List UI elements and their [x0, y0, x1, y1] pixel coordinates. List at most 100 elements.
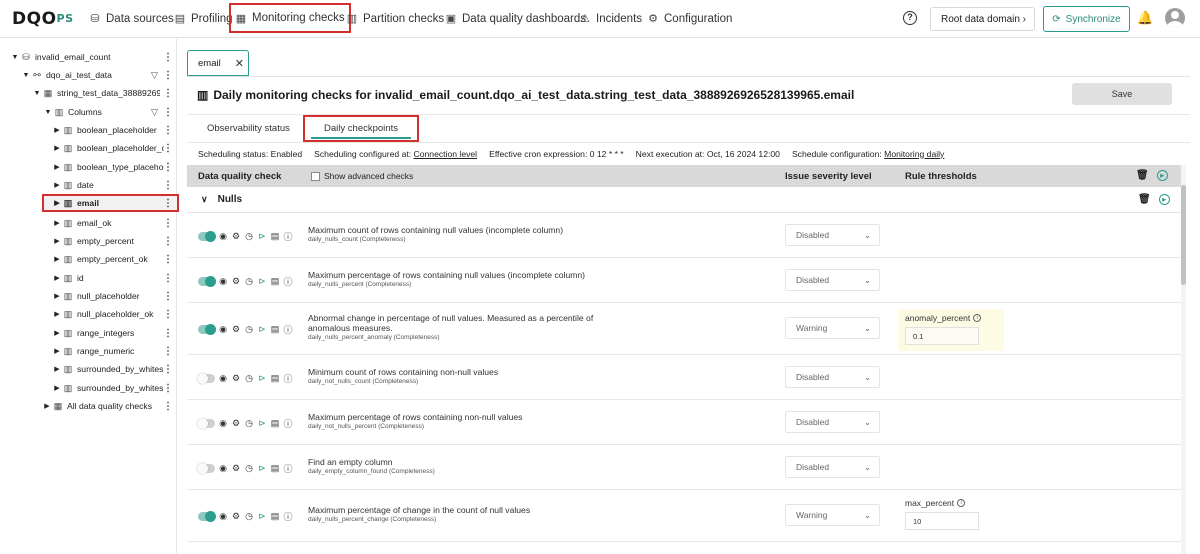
- tree-item-column-selected[interactable]: ▶ ▥ email ⋮: [42, 194, 179, 212]
- run-check-icon[interactable]: ⊳: [257, 418, 267, 429]
- clock-icon[interactable]: ◷: [244, 231, 254, 242]
- caret-right-icon[interactable]: ▶: [52, 274, 62, 282]
- tree-item-column[interactable]: ▶ ▥ surrounded_by_whitespace_ok ⋮: [52, 379, 175, 397]
- check-enable-toggle[interactable]: [197, 418, 215, 429]
- advanced-checks-checkbox[interactable]: [311, 171, 320, 181]
- more-options-icon[interactable]: ⋮: [163, 291, 173, 302]
- synchronize-button[interactable]: ⟳ Synchronize: [1043, 6, 1130, 32]
- vertical-scrollbar[interactable]: [1181, 165, 1186, 554]
- caret-right-icon[interactable]: ▶: [52, 255, 62, 263]
- more-options-icon[interactable]: ⋮: [163, 52, 173, 63]
- caret-right-icon[interactable]: ▶: [52, 237, 62, 245]
- clock-icon[interactable]: ◷: [244, 324, 254, 335]
- gear-icon[interactable]: ⚙: [231, 276, 241, 287]
- results-list-icon[interactable]: ▤: [270, 231, 280, 242]
- tab-observability-status[interactable]: Observability status: [207, 115, 290, 142]
- target-icon[interactable]: ◉: [218, 231, 228, 242]
- caret-right-icon[interactable]: ▶: [52, 310, 62, 318]
- tree-item-table[interactable]: ▼ ▦ string_test_data_3888926926528139965…: [32, 84, 175, 102]
- more-options-icon[interactable]: ⋮: [163, 88, 173, 99]
- more-options-icon[interactable]: ⋮: [163, 328, 173, 339]
- tab-email[interactable]: email ✕: [187, 50, 249, 76]
- target-icon[interactable]: ◉: [218, 418, 228, 429]
- tree-item-schema[interactable]: ▼ ⚯ dqo_ai_test_data ▽ ⋮: [21, 66, 175, 84]
- check-enable-toggle[interactable]: [198, 276, 216, 287]
- user-avatar[interactable]: [1165, 8, 1185, 28]
- delete-icon[interactable]: 🗑: [1138, 194, 1151, 205]
- info-icon[interactable]: ⓘ: [283, 275, 293, 288]
- show-advanced-checks[interactable]: Show advanced checks: [311, 165, 413, 187]
- tree-item-column[interactable]: ▶ ▥ range_integers ⋮: [52, 324, 175, 342]
- info-icon[interactable]: ⓘ: [283, 510, 293, 523]
- severity-select[interactable]: Disabled ⌄: [785, 269, 880, 291]
- severity-select[interactable]: Disabled ⌄: [785, 366, 880, 388]
- run-check-icon[interactable]: ⊳: [257, 511, 267, 522]
- nav-data-sources[interactable]: ⛁ Data sources: [89, 0, 173, 37]
- notifications-bell-icon[interactable]: 🔔: [1137, 10, 1153, 26]
- nav-incidents[interactable]: ⚠ Incidents: [579, 0, 642, 37]
- caret-down-icon[interactable]: ▼: [32, 90, 42, 97]
- severity-select[interactable]: Warning ⌄: [785, 317, 880, 339]
- tree-item-column[interactable]: ▶ ▥ empty_percent ⋮: [52, 232, 175, 250]
- monitoring-daily-link[interactable]: Monitoring daily: [884, 149, 944, 159]
- results-list-icon[interactable]: ▤: [270, 373, 280, 384]
- tree-item-all-checks[interactable]: ▶ ▦ All data quality checks ⋮: [42, 397, 175, 415]
- help-icon[interactable]: ?: [903, 11, 917, 25]
- more-options-icon[interactable]: ⋮: [163, 236, 173, 247]
- more-options-icon[interactable]: ⋮: [163, 401, 173, 412]
- gear-icon[interactable]: ⚙: [231, 324, 241, 335]
- nav-monitoring-checks[interactable]: ▦ Monitoring checks: [229, 3, 351, 33]
- target-icon[interactable]: ◉: [218, 276, 228, 287]
- nav-data-quality-dashboards[interactable]: ▣ Data quality dashboards: [445, 0, 586, 37]
- results-list-icon[interactable]: ▤: [270, 276, 280, 287]
- info-icon[interactable]: i: [973, 314, 982, 322]
- check-enable-toggle[interactable]: [198, 511, 216, 522]
- target-icon[interactable]: ◉: [218, 324, 228, 335]
- results-list-icon[interactable]: ▤: [270, 511, 280, 522]
- caret-right-icon[interactable]: ▶: [52, 219, 62, 227]
- close-icon[interactable]: ✕: [235, 57, 244, 70]
- severity-select[interactable]: Disabled ⌄: [785, 411, 880, 433]
- info-icon[interactable]: ⓘ: [283, 372, 293, 385]
- check-enable-toggle[interactable]: [198, 231, 216, 242]
- tree-item-column[interactable]: ▶ ▥ boolean_placeholder_ok ⋮: [52, 139, 175, 157]
- severity-select[interactable]: Disabled ⌄: [785, 224, 880, 246]
- run-check-icon[interactable]: ⊳: [257, 463, 267, 474]
- tab-daily-checkpoints[interactable]: Daily checkpoints: [303, 115, 419, 142]
- run-check-icon[interactable]: ⊳: [257, 324, 267, 335]
- info-icon[interactable]: ⓘ: [283, 462, 293, 475]
- caret-right-icon[interactable]: ▶: [52, 144, 62, 152]
- more-options-icon[interactable]: ⋮: [163, 198, 173, 209]
- caret-right-icon[interactable]: ▶: [52, 292, 62, 300]
- rule-threshold-input[interactable]: 0.1: [905, 327, 979, 345]
- clock-icon[interactable]: ◷: [244, 418, 254, 429]
- run-check-icon[interactable]: ⊳: [257, 373, 267, 384]
- more-options-icon[interactable]: ⋮: [163, 162, 173, 173]
- tree-item-column[interactable]: ▶ ▥ boolean_type_placeholder ⋮: [52, 158, 175, 176]
- run-checks-icon[interactable]: ▶: [1156, 170, 1168, 181]
- more-options-icon[interactable]: ⋮: [163, 180, 173, 191]
- gear-icon[interactable]: ⚙: [231, 373, 241, 384]
- more-options-icon[interactable]: ⋮: [163, 218, 173, 229]
- caret-right-icon[interactable]: ▶: [52, 181, 62, 189]
- check-enable-toggle[interactable]: [197, 463, 215, 474]
- save-button[interactable]: Save: [1072, 83, 1172, 105]
- delete-icon[interactable]: 🗑: [1136, 170, 1149, 181]
- clock-icon[interactable]: ◷: [244, 463, 254, 474]
- check-enable-toggle[interactable]: [198, 324, 216, 335]
- caret-down-icon[interactable]: ▼: [43, 109, 53, 116]
- tree-item-column[interactable]: ▶ ▥ boolean_placeholder ⋮: [52, 121, 175, 139]
- more-options-icon[interactable]: ⋮: [163, 107, 173, 118]
- run-check-icon[interactable]: ⊳: [257, 276, 267, 287]
- nav-configuration[interactable]: ⚙ Configuration: [647, 0, 732, 37]
- info-icon[interactable]: i: [957, 499, 966, 507]
- more-options-icon[interactable]: ⋮: [163, 70, 173, 81]
- gear-icon[interactable]: ⚙: [231, 418, 241, 429]
- tree-item-column[interactable]: ▶ ▥ email_ok ⋮: [52, 214, 175, 232]
- more-options-icon[interactable]: ⋮: [163, 383, 173, 394]
- gear-icon[interactable]: ⚙: [231, 511, 241, 522]
- results-list-icon[interactable]: ▤: [270, 324, 280, 335]
- tree-item-column[interactable]: ▶ ▥ surrounded_by_whitespace ⋮: [52, 360, 175, 378]
- run-checks-icon[interactable]: ▶: [1158, 194, 1170, 205]
- clock-icon[interactable]: ◷: [244, 511, 254, 522]
